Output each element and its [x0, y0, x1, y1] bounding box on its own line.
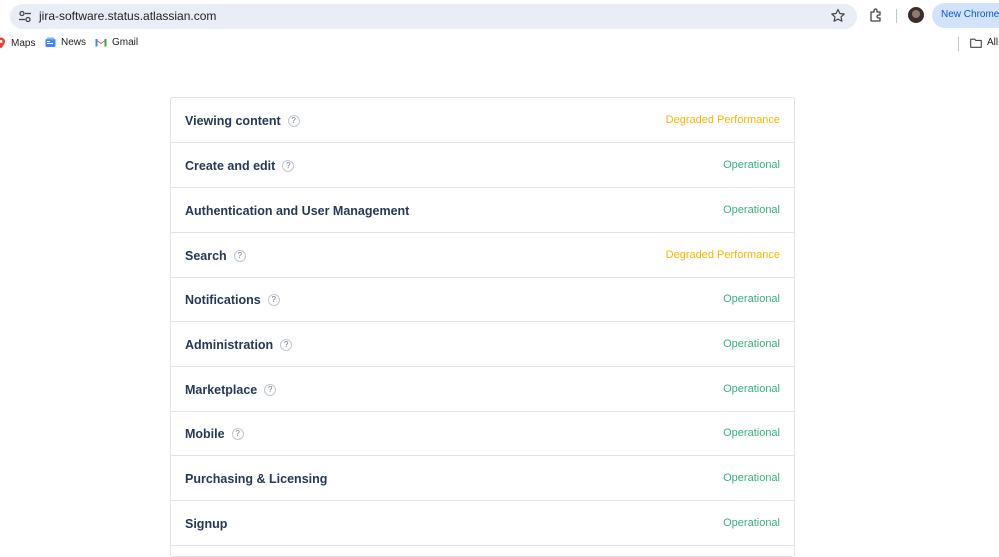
component-row: Notifications? Operational — [171, 277, 794, 322]
component-status: Operational — [723, 204, 780, 216]
component-status: Operational — [723, 517, 780, 529]
help-icon[interactable]: ? — [233, 250, 246, 262]
component-name: Mobile? — [185, 427, 244, 441]
address-bar[interactable]: jira-software.status.atlassian.com — [10, 4, 857, 29]
bookmarks-divider — [958, 37, 959, 51]
component-row: Search? Degraded Performance — [171, 233, 794, 278]
help-icon[interactable]: ? — [287, 115, 300, 127]
component-name: Marketplace? — [185, 383, 277, 397]
component-row: Authentication and User Management Opera… — [171, 188, 794, 233]
component-row: Signup Operational — [171, 501, 794, 546]
component-status: Operational — [723, 293, 780, 305]
component-row: Marketplace? Operational — [171, 367, 794, 412]
toolbar-divider — [896, 9, 897, 23]
all-bookmarks-button[interactable]: All — [970, 37, 998, 48]
bookmark-maps[interactable]: Maps — [0, 37, 35, 49]
bookmark-gmail[interactable]: Gmail — [95, 37, 138, 48]
component-name: Administration? — [185, 338, 293, 352]
bookmark-label: Maps — [11, 37, 36, 49]
component-name: Authentication and User Management — [185, 204, 410, 218]
folder-icon — [970, 38, 982, 48]
bookmark-label: Gmail — [112, 37, 139, 48]
component-status: Operational — [723, 159, 780, 171]
news-icon — [45, 37, 56, 47]
component-name: Notifications? — [185, 293, 280, 307]
bookmark-star-icon[interactable] — [830, 8, 846, 24]
extensions-icon[interactable] — [868, 7, 885, 24]
component-name: Create and edit? — [185, 159, 295, 173]
bookmarks-bar: Maps News Gmail All — [0, 33, 999, 55]
site-settings-icon[interactable] — [18, 10, 32, 23]
component-name: Signup — [185, 517, 228, 531]
help-icon[interactable]: ? — [264, 384, 277, 396]
help-icon[interactable]: ? — [267, 294, 280, 306]
component-name: Search? — [185, 249, 246, 263]
new-chrome-button[interactable]: New Chrome a — [932, 3, 999, 28]
gmail-icon — [95, 39, 107, 47]
component-status: Operational — [723, 472, 780, 484]
maps-icon — [0, 37, 5, 49]
component-status: Operational — [723, 338, 780, 350]
all-bookmarks-label: All — [987, 37, 999, 48]
component-status: Operational — [723, 383, 780, 395]
component-name: Viewing content? — [185, 114, 300, 128]
component-name: Purchasing & Licensing — [185, 472, 328, 486]
component-row: Viewing content? Degraded Performance — [171, 98, 794, 143]
components-status-card: Viewing content? Degraded Performance Cr… — [170, 97, 795, 557]
component-row: Mobile? Operational — [171, 411, 794, 456]
help-icon[interactable]: ? — [231, 428, 244, 440]
component-status: Degraded Performance — [665, 114, 780, 126]
help-icon[interactable]: ? — [280, 339, 293, 351]
profile-avatar[interactable] — [908, 7, 924, 23]
component-status: Operational — [723, 427, 780, 439]
component-row: Administration? Operational — [171, 322, 794, 367]
help-icon[interactable]: ? — [282, 160, 295, 172]
browser-toolbar: jira-software.status.atlassian.com New C… — [0, 0, 999, 33]
component-status: Degraded Performance — [665, 249, 780, 261]
component-row: Create and edit? Operational — [171, 143, 794, 188]
bookmark-news[interactable]: News — [45, 37, 86, 48]
bookmark-label: News — [61, 37, 87, 48]
component-row: Purchasing & Licensing Operational — [171, 456, 794, 501]
url-text[interactable]: jira-software.status.atlassian.com — [39, 9, 216, 23]
